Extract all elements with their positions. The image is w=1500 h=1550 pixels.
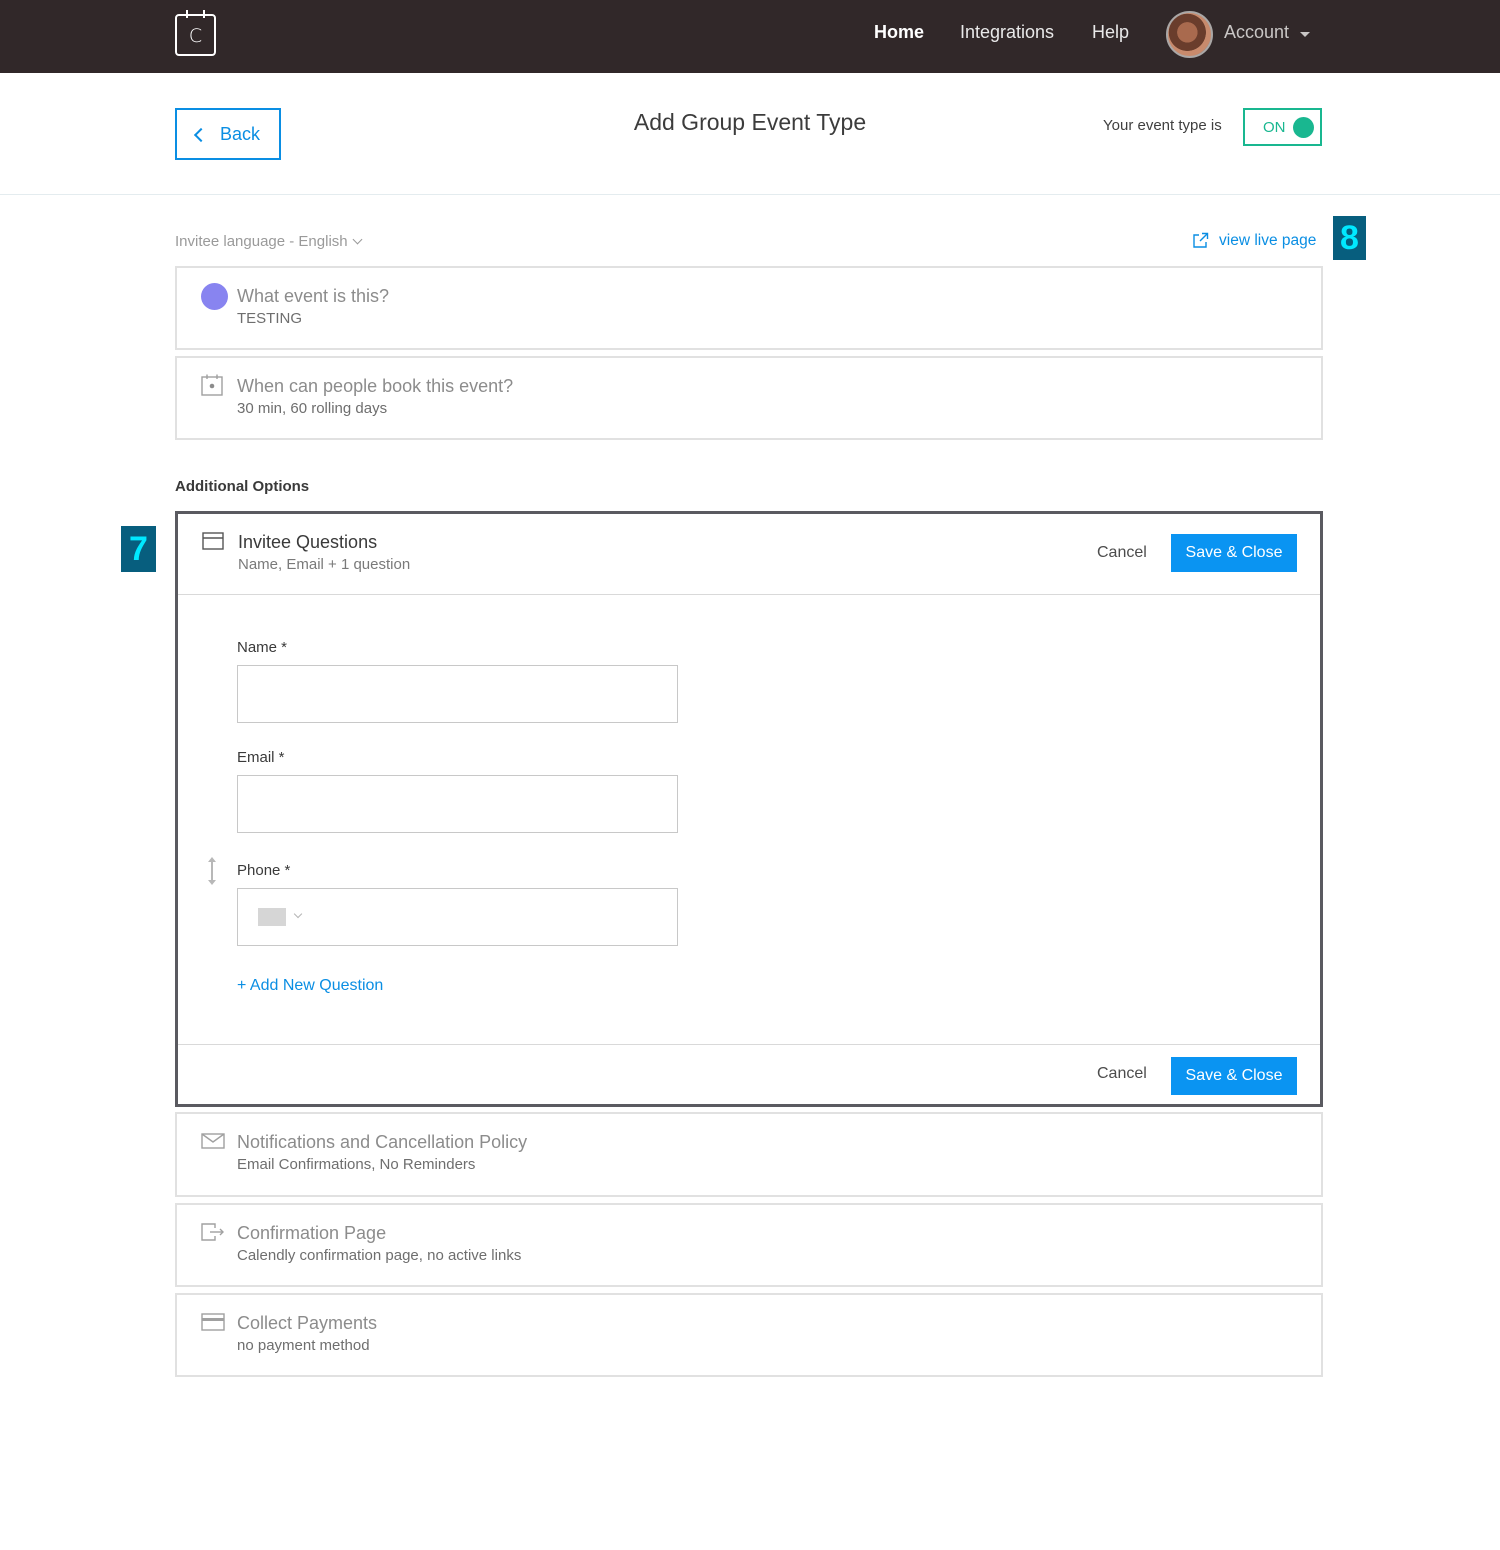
drag-handle-icon[interactable] bbox=[208, 857, 216, 885]
color-dot-icon bbox=[201, 283, 228, 310]
page-header: Back Add Group Event Type Your event typ… bbox=[0, 73, 1500, 195]
nav-home[interactable]: Home bbox=[874, 22, 924, 43]
additional-options-heading: Additional Options bbox=[175, 478, 310, 495]
save-close-button[interactable]: Save & Close bbox=[1171, 1057, 1297, 1095]
name-input[interactable] bbox=[237, 665, 678, 723]
panel-subtitle: Name, Email + 1 question bbox=[238, 556, 411, 573]
nav-help[interactable]: Help bbox=[1092, 22, 1129, 43]
phone-input[interactable] bbox=[237, 888, 678, 946]
external-link-icon[interactable] bbox=[1192, 232, 1209, 249]
card-collect-payments[interactable]: Collect Payments no payment method bbox=[175, 1293, 1323, 1377]
form-card-icon bbox=[202, 532, 224, 550]
card-subtitle: TESTING bbox=[237, 310, 303, 327]
panel-header: Invitee Questions Name, Email + 1 questi… bbox=[178, 514, 1320, 595]
credit-card-icon bbox=[201, 1313, 225, 1331]
card-subtitle: no payment method bbox=[237, 1337, 370, 1354]
country-flag-icon[interactable] bbox=[258, 908, 286, 926]
nav-integrations[interactable]: Integrations bbox=[960, 22, 1054, 43]
view-live-page-link[interactable]: view live page bbox=[1219, 232, 1316, 250]
event-on-toggle[interactable]: ON bbox=[1243, 108, 1322, 146]
chevron-down-icon bbox=[352, 234, 363, 245]
card-when-book[interactable]: When can people book this event? 30 min,… bbox=[175, 356, 1323, 440]
card-subtitle: 30 min, 60 rolling days bbox=[237, 400, 388, 417]
calendar-logo-icon[interactable]: C bbox=[175, 10, 216, 56]
email-input[interactable] bbox=[237, 775, 678, 833]
invitee-language-label: Invitee language - English bbox=[175, 233, 348, 250]
invitee-questions-panel: Invitee Questions Name, Email + 1 questi… bbox=[175, 511, 1323, 1107]
event-status-label: Your event type is bbox=[1103, 117, 1222, 134]
panel-footer: Cancel Save & Close bbox=[178, 1044, 1320, 1104]
envelope-icon bbox=[201, 1133, 225, 1149]
card-subtitle: Calendly confirmation page, no active li… bbox=[237, 1247, 522, 1264]
card-what-event[interactable]: What event is this? TESTING bbox=[175, 266, 1323, 350]
email-field-label: Email * bbox=[237, 749, 285, 766]
card-subtitle: Email Confirmations, No Reminders bbox=[237, 1156, 476, 1173]
top-nav: C Home Integrations Help Account bbox=[0, 0, 1500, 73]
name-field-label: Name * bbox=[237, 639, 288, 656]
card-notifications[interactable]: Notifications and Cancellation Policy Em… bbox=[175, 1112, 1323, 1197]
cancel-button[interactable]: Cancel bbox=[1097, 544, 1147, 562]
save-close-button[interactable]: Save & Close bbox=[1171, 534, 1297, 572]
annotation-marker-7: 7 bbox=[121, 526, 156, 572]
toggle-label: ON bbox=[1263, 119, 1286, 136]
account-menu[interactable]: Account bbox=[1224, 22, 1289, 43]
invitee-language-select[interactable]: Invitee language - English bbox=[175, 233, 363, 250]
avatar[interactable] bbox=[1166, 11, 1213, 58]
card-title: When can people book this event? bbox=[237, 376, 514, 396]
caret-down-icon[interactable] bbox=[1300, 32, 1310, 37]
calendar-icon bbox=[201, 374, 223, 396]
card-title: Confirmation Page bbox=[237, 1223, 387, 1243]
add-new-question-link[interactable]: + Add New Question bbox=[237, 977, 383, 995]
card-title: Notifications and Cancellation Policy bbox=[237, 1132, 528, 1152]
logo-letter: C bbox=[188, 25, 203, 47]
panel-title: Invitee Questions bbox=[238, 532, 378, 552]
toggle-knob bbox=[1293, 117, 1314, 138]
card-title: What event is this? bbox=[237, 286, 390, 306]
card-title: Collect Payments bbox=[237, 1313, 378, 1333]
annotation-marker-8: 8 bbox=[1333, 216, 1366, 260]
cancel-button[interactable]: Cancel bbox=[1097, 1065, 1147, 1083]
exit-arrow-icon bbox=[201, 1223, 224, 1241]
chevron-down-icon[interactable] bbox=[293, 909, 303, 919]
card-confirmation-page[interactable]: Confirmation Page Calendly confirmation … bbox=[175, 1203, 1323, 1287]
phone-field-label: Phone * bbox=[237, 862, 291, 879]
